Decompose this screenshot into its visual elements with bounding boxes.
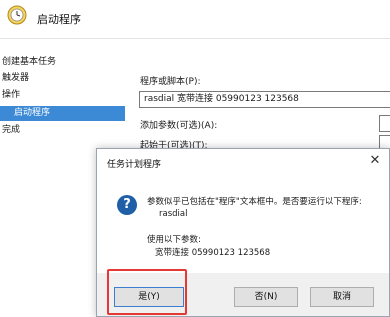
program-label: 程序或脚本(P): — [140, 77, 201, 87]
program-input[interactable]: rasdial 宽带连接 05990123 123568 — [139, 91, 390, 108]
cancel-button[interactable]: 取消 — [310, 287, 374, 307]
step-create-basic-task[interactable]: 创建基本任务 — [0, 55, 125, 70]
dialog-args-value: 宽带连接 05990123 123568 — [155, 248, 271, 258]
args-label: 添加参数(可选)(A): — [140, 121, 218, 131]
dialog-body: ? 参数似乎已包括在"程序"文本框中。是否要运行以下程序: rasdial 使用… — [97, 175, 389, 273]
close-icon[interactable]: ✕ — [367, 153, 383, 169]
clock-task-icon — [7, 5, 27, 25]
dialog-program-name: rasdial — [159, 209, 188, 219]
wizard-title: 启动程序 — [37, 13, 81, 26]
step-finish[interactable]: 完成 — [0, 123, 125, 138]
dialog-titlebar: 任务计划程序 ✕ — [97, 149, 389, 175]
step-start-program[interactable]: 启动程序 — [0, 106, 125, 121]
confirm-dialog: 任务计划程序 ✕ ? 参数似乎已包括在"程序"文本框中。是否要运行以下程序: r… — [96, 148, 390, 317]
question-icon: ? — [117, 195, 137, 215]
no-button[interactable]: 否(N) — [234, 287, 298, 307]
yes-button[interactable]: 是(Y) — [114, 287, 184, 307]
dialog-message: 参数似乎已包括在"程序"文本框中。是否要运行以下程序: — [147, 197, 362, 207]
wizard-header: 启动程序 — [0, 0, 390, 39]
step-trigger[interactable]: 触发器 — [0, 71, 125, 86]
dialog-title: 任务计划程序 — [107, 160, 162, 170]
dialog-args-label: 使用以下参数: — [147, 235, 201, 245]
step-action[interactable]: 操作 — [0, 88, 125, 103]
args-input[interactable] — [379, 115, 390, 132]
